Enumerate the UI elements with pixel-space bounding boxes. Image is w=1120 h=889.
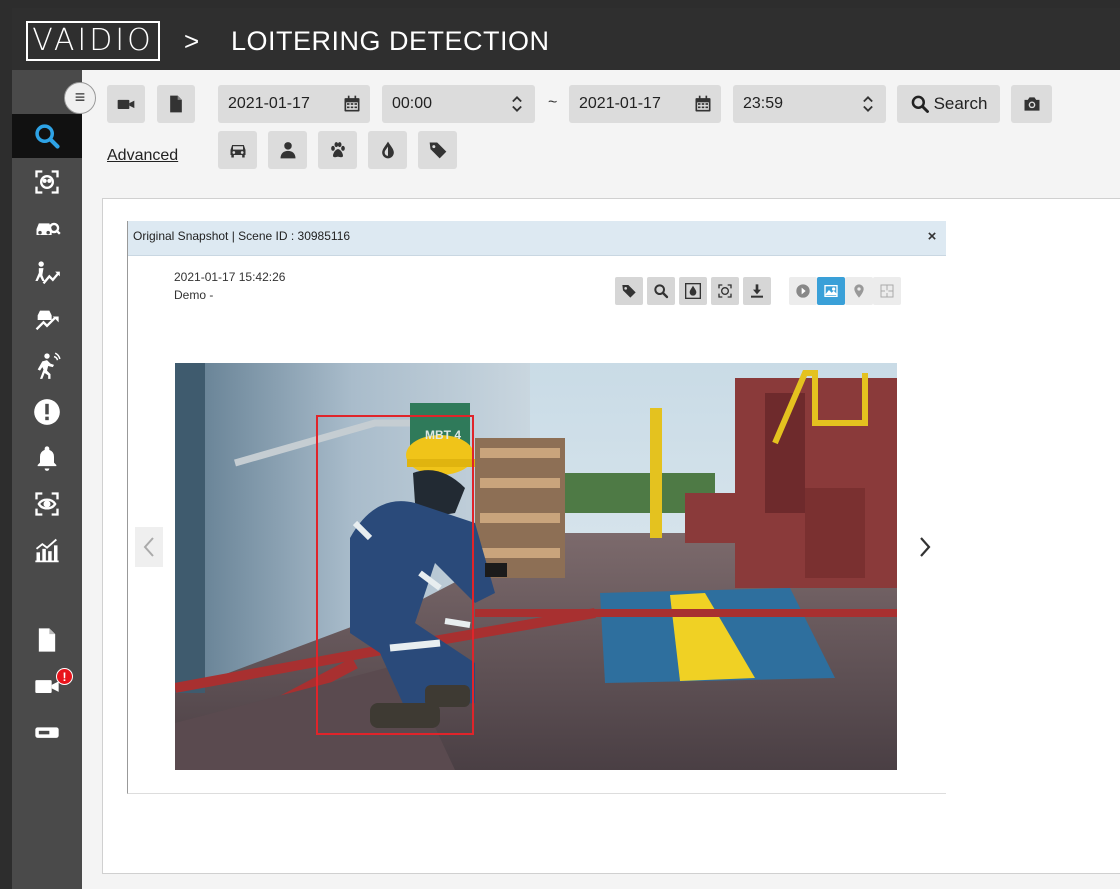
alert-icon <box>34 399 60 425</box>
sidebar-item-loitering[interactable] <box>12 344 82 388</box>
download-button[interactable] <box>743 277 771 305</box>
sidebar-item-analytics[interactable] <box>12 528 82 572</box>
filter-color-button[interactable] <box>368 131 407 169</box>
calendar-icon <box>344 95 360 112</box>
results-panel: Original Snapshot | Scene ID : 30985116 … <box>102 198 1120 874</box>
sidebar-item-vehicle-trend[interactable] <box>12 298 82 342</box>
analytics-chart-icon <box>35 538 59 563</box>
tag-icon <box>622 285 636 298</box>
up-down-chevron-icon[interactable] <box>858 94 878 114</box>
end-date-value: 2021-01-17 <box>579 95 661 112</box>
document-mode-button[interactable] <box>157 85 195 123</box>
filter-animal-button[interactable] <box>318 131 357 169</box>
face-search-button[interactable] <box>711 277 739 305</box>
tag-icon <box>429 142 446 159</box>
map-location-button[interactable] <box>845 277 873 305</box>
document-icon <box>170 95 182 113</box>
sidebar-item-cameras[interactable]: ! <box>12 664 82 708</box>
droplet-icon <box>381 141 394 159</box>
snapshot-button[interactable] <box>1011 85 1052 123</box>
loitering-detection-box <box>316 415 474 735</box>
end-date-input[interactable]: 2021-01-17 <box>569 85 721 123</box>
image-view-button[interactable] <box>817 277 845 305</box>
search-button[interactable]: Search <box>897 85 1000 123</box>
droplet-icon <box>685 283 701 299</box>
snapshot-title: Original Snapshot | Scene ID : 30985116 <box>133 229 351 243</box>
paw-icon <box>330 142 345 158</box>
sidebar: ≡ ! <box>12 70 96 889</box>
person-trend-icon <box>35 261 60 285</box>
snapshot-dialog: Original Snapshot | Scene ID : 30985116 … <box>127 221 946 794</box>
snapshot-camera-name: Demo - <box>174 288 214 302</box>
video-camera-icon <box>117 99 135 109</box>
color-search-button[interactable] <box>679 277 707 305</box>
device-icon <box>35 727 59 738</box>
image-icon <box>824 285 838 297</box>
sidebar-item-watch[interactable] <box>12 482 82 526</box>
start-date-input[interactable]: 2021-01-17 <box>218 85 370 123</box>
play-icon <box>796 284 810 298</box>
up-down-chevron-icon[interactable] <box>507 94 527 114</box>
end-time-input[interactable]: 23:59 <box>733 85 886 123</box>
face-scan-icon <box>718 284 732 298</box>
vehicle-trend-icon <box>35 310 59 331</box>
sidebar-item-search[interactable] <box>12 114 82 158</box>
report-icon <box>38 628 56 652</box>
person-loitering-icon <box>37 352 61 379</box>
filter-person-button[interactable] <box>268 131 307 169</box>
date-range-separator: ~ <box>548 94 558 111</box>
search-icon <box>654 284 669 299</box>
map-pin-icon <box>854 284 864 298</box>
person-icon <box>280 142 295 159</box>
car-icon <box>230 145 245 158</box>
start-date-value: 2021-01-17 <box>228 95 310 112</box>
tag-snapshot-button[interactable] <box>615 277 643 305</box>
video-mode-button[interactable] <box>107 85 145 123</box>
chevron-right-icon <box>920 537 931 557</box>
app-window: VAIDIO > LOITERING DETECTION ≡ ! 2021-01… <box>0 0 1120 889</box>
sidebar-item-person-trend[interactable] <box>12 252 82 296</box>
snapshot-dialog-header: Original Snapshot | Scene ID : 30985116 … <box>128 221 946 256</box>
sidebar-item-notifications[interactable] <box>12 436 82 480</box>
start-time-input[interactable]: 00:00 <box>382 85 535 123</box>
search-icon <box>35 124 60 149</box>
photo-camera-icon <box>1024 97 1039 111</box>
ship-deck-photo: MBT 4 <box>175 363 897 770</box>
search-icon <box>911 95 929 113</box>
sidebar-item-alert[interactable] <box>12 390 82 434</box>
main-content: 2021-01-17 00:00 ~ 2021-01-17 23:59 Sear… <box>82 70 1120 889</box>
sidebar-item-face[interactable] <box>12 160 82 204</box>
breadcrumb-separator: > <box>184 26 200 56</box>
filter-vehicle-button[interactable] <box>218 131 257 169</box>
snapshot-timestamp: 2021-01-17 15:42:26 <box>174 270 286 284</box>
sidebar-item-report[interactable] <box>12 618 82 662</box>
download-icon <box>751 284 763 298</box>
end-time-value: 23:59 <box>743 95 784 112</box>
previous-snapshot-button[interactable] <box>135 527 163 567</box>
search-button-label: Search <box>933 94 988 113</box>
camera-alert-badge: ! <box>56 668 73 685</box>
top-bar: VAIDIO > LOITERING DETECTION <box>12 8 1120 70</box>
eye-scan-icon <box>35 492 59 516</box>
play-video-button[interactable] <box>789 277 817 305</box>
chevron-left-icon <box>143 537 154 557</box>
car-scan-icon <box>36 222 61 235</box>
snapshot-image: MBT 4 <box>175 363 897 770</box>
floor-plan-icon <box>880 284 894 298</box>
sidebar-item-device[interactable] <box>12 710 82 754</box>
face-scan-icon <box>35 170 59 194</box>
sidebar-item-vehicle[interactable] <box>12 206 82 250</box>
page-title: LOITERING DETECTION <box>231 26 550 56</box>
search-similar-button[interactable] <box>647 277 675 305</box>
hamburger-icon[interactable]: ≡ <box>64 82 96 114</box>
bell-icon <box>37 446 57 471</box>
start-time-value: 00:00 <box>392 95 433 112</box>
filter-tag-button[interactable] <box>418 131 457 169</box>
vaidio-logo[interactable]: VAIDIO <box>26 21 160 61</box>
floor-plan-button[interactable] <box>873 277 901 305</box>
calendar-icon <box>695 95 711 112</box>
advanced-link[interactable]: Advanced <box>107 147 178 165</box>
next-snapshot-button[interactable] <box>911 527 939 567</box>
close-icon[interactable]: × <box>924 228 940 246</box>
